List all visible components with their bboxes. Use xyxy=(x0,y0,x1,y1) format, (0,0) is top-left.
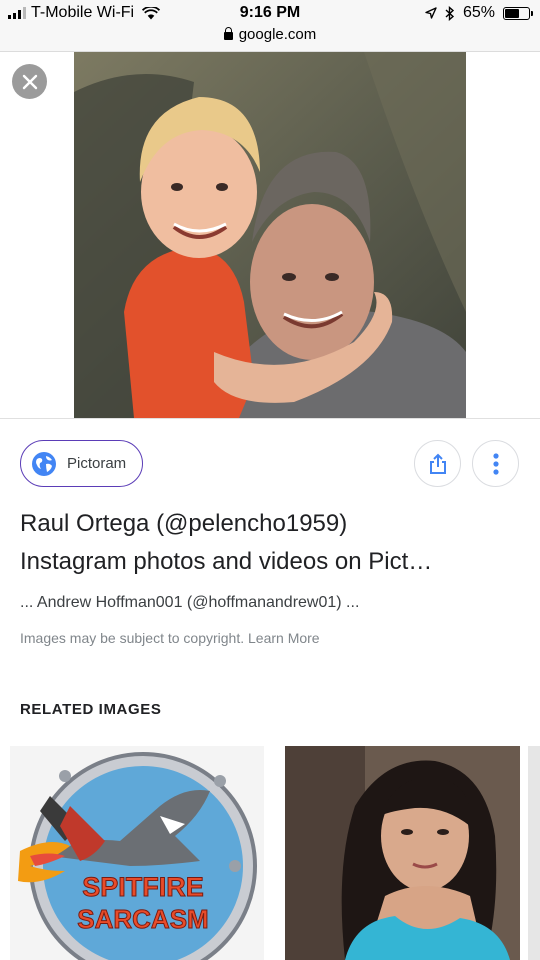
battery-fill xyxy=(505,8,519,18)
globe-icon xyxy=(32,451,56,476)
url-text: google.com xyxy=(238,26,317,43)
photo-partial-icon xyxy=(528,746,540,960)
copyright-notice[interactable]: Images may be subject to copyright. Lear… xyxy=(20,630,320,646)
related-thumbnail[interactable] xyxy=(285,746,520,960)
result-title-line2: Instagram photos and videos on Pict… xyxy=(20,548,433,575)
related-thumbnail[interactable]: SPITFIRE SARCASM xyxy=(10,746,264,960)
result-title[interactable]: Raul Ortega (@pelencho1959) Instagram ph… xyxy=(20,505,520,581)
battery-icon xyxy=(503,6,533,20)
status-bar: T-Mobile Wi-Fi 9:16 PM google.com 65% xyxy=(0,0,540,52)
selfie-photo-icon xyxy=(285,746,520,960)
lock-icon xyxy=(223,27,233,40)
share-button[interactable] xyxy=(414,440,461,487)
related-thumbnail[interactable] xyxy=(528,746,540,960)
logo-text-2: SARCASM xyxy=(77,904,208,934)
photo-man-and-boy-icon xyxy=(74,52,466,418)
close-icon xyxy=(22,74,37,89)
logo-text-1: SPITFIRE xyxy=(82,872,204,902)
divider xyxy=(0,418,540,419)
close-button[interactable] xyxy=(12,64,47,99)
spitfire-sarcasm-logo-icon: SPITFIRE SARCASM xyxy=(10,746,264,960)
battery-percent: 65% xyxy=(462,4,495,21)
result-snippet: ... Andrew Hoffman001 (@hoffmanandrew01)… xyxy=(20,594,360,611)
bluetooth-icon xyxy=(445,5,455,21)
main-photo[interactable] xyxy=(74,52,466,418)
source-chip[interactable]: Pictoram xyxy=(20,440,144,487)
result-title-line1: Raul Ortega (@pelencho1959) xyxy=(20,510,348,537)
image-viewer xyxy=(0,52,540,418)
more-vert-icon xyxy=(492,452,499,475)
more-options-button[interactable] xyxy=(472,440,519,487)
location-arrow-icon xyxy=(425,7,437,19)
status-right: 65% xyxy=(425,4,533,22)
source-name: Pictoram xyxy=(67,455,127,472)
address-bar[interactable]: google.com xyxy=(0,26,540,43)
related-images-heading: RELATED IMAGES xyxy=(20,701,162,718)
share-icon xyxy=(429,453,446,474)
